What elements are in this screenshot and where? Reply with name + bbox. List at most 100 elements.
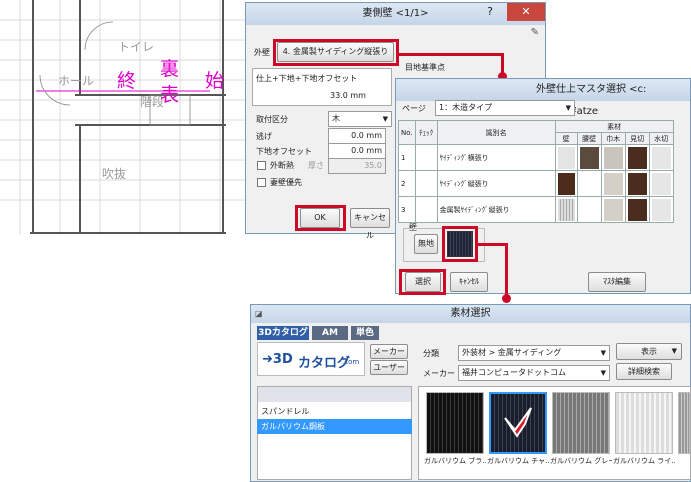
wall-start-marker: 始	[205, 70, 225, 92]
catalog-logo: ➜3D カタログ .com	[257, 342, 365, 376]
material-thumbnail-selected[interactable]	[489, 392, 547, 454]
material-swatch	[603, 198, 623, 221]
substrate-offset-label: 下地オフセット	[256, 147, 312, 156]
page-select[interactable]: 1：木造タイプ ▼	[435, 100, 575, 116]
finish-label: 仕上+下地+下地オフセット	[256, 74, 358, 83]
thumbnail-caption: ガルバリウム ブラ…	[424, 457, 486, 465]
wall-swatch-highlight	[442, 226, 478, 262]
insulation-label: 外断熱	[270, 161, 294, 170]
outer-wall-highlight	[273, 39, 399, 66]
row-check[interactable]	[414, 170, 438, 197]
row-check[interactable]	[414, 144, 438, 171]
connector-dot	[502, 294, 511, 303]
tab-am[interactable]: AM	[312, 326, 348, 340]
gable-priority-checkbox[interactable]	[257, 178, 266, 187]
category-select[interactable]: 外装材 > 金属サイディング ▼	[458, 345, 610, 361]
mount-select[interactable]: 木 ▼	[328, 111, 392, 127]
maker-value: 福井コンピュータドットコム	[462, 368, 566, 377]
wall-front-marker: 表	[160, 84, 180, 106]
row-no: 1	[398, 144, 416, 171]
nige-label: 逃げ	[256, 132, 272, 141]
maker-label: メーカー	[423, 369, 455, 378]
finish-master-titlebar: 外壁仕上マスタ選択 <c:¥fcapp¥atze	[396, 79, 690, 117]
no-base-button[interactable]: 無地	[414, 234, 438, 254]
cancel-button[interactable]: キャンセル	[350, 208, 390, 240]
page-label: ページ	[402, 104, 426, 113]
row-name: ｻｲﾃﾞｨﾝｸﾞ横張り	[436, 144, 556, 171]
floor-plan: トイレ ホール 階段 吹抜 終 裏 表 始	[0, 0, 250, 240]
thumbnail-caption: ガルバリウム ライ…	[613, 457, 675, 465]
table-row[interactable]: 2 ｻｲﾃﾞｨﾝｸﾞ縦張り	[398, 170, 674, 197]
void-label: 吹抜	[102, 167, 127, 181]
table-row[interactable]: 3 金属製ｻｲﾃﾞｨﾝｸﾞ縦張り	[398, 196, 674, 223]
category-value: 外装材 > 金属サイディング	[462, 348, 562, 357]
mount-label: 取付区分	[256, 115, 288, 124]
detail-search-button[interactable]: 詳細検索	[616, 363, 672, 380]
tab-3d-catalog[interactable]: 3Dカタログ	[257, 326, 309, 340]
mount-value: 木	[332, 114, 340, 123]
connector-line	[398, 53, 504, 56]
material-swatch	[651, 172, 671, 195]
material-swatch	[557, 172, 575, 195]
pencil-icon[interactable]: ✎	[531, 27, 539, 38]
checkmark-icon	[504, 407, 532, 438]
insulation-checkbox[interactable]	[257, 161, 266, 170]
close-button[interactable]: ✕	[507, 3, 545, 21]
thumbnail-caption: ガルバリウム グレー	[550, 457, 612, 465]
material-thumbnail[interactable]	[615, 392, 673, 454]
col-no: No.	[398, 120, 416, 145]
list-item-selected[interactable]: ガルバリウム鋼板	[257, 419, 412, 434]
material-select-titlebar: ◪ 素材選択	[251, 305, 690, 323]
material-thumbnail[interactable]	[426, 392, 484, 454]
material-swatch	[603, 146, 623, 169]
select-button-highlight	[399, 269, 446, 295]
chevron-down-icon: ▼	[600, 349, 606, 357]
tab-solid-color[interactable]: 単色	[351, 326, 379, 340]
row-no: 2	[398, 170, 416, 197]
material-thumbnail[interactable]	[552, 392, 610, 454]
user-button[interactable]: ユーザー	[370, 360, 408, 375]
logo-3d: ➜3D	[262, 352, 293, 367]
baseline-label: 目地基準点	[405, 63, 445, 72]
material-swatch	[603, 172, 623, 195]
material-thumbnail[interactable]	[678, 392, 690, 454]
connector-line	[478, 243, 508, 246]
material-swatch	[651, 198, 671, 221]
col-check: ﾁｪｯｸ	[414, 120, 438, 145]
page-value: 1：木造タイプ	[439, 103, 493, 112]
chevron-down-icon: ▼	[671, 347, 677, 355]
gable-priority-label: 妻壁優先	[270, 178, 302, 187]
material-swatch	[627, 172, 647, 195]
cancel-button-2[interactable]: ｷｬﾝｾﾙ	[450, 272, 488, 292]
finish-value: 33.0 mm	[330, 91, 366, 100]
app-icon: ◪	[255, 309, 263, 318]
material-select-title: 素材選択	[450, 308, 491, 319]
material-swatch	[557, 198, 575, 221]
table-row[interactable]: 1 ｻｲﾃﾞｨﾝｸﾞ横張り	[398, 144, 674, 171]
row-check[interactable]	[414, 196, 438, 223]
master-edit-button[interactable]: ﾏｽﾀ編集	[588, 272, 646, 292]
thumbnail-caption: ガルバリウム チャ…	[487, 457, 549, 465]
maker-select[interactable]: 福井コンピュータドットコム ▼	[458, 365, 610, 381]
floor-plan-drawing	[0, 0, 250, 235]
material-swatch	[651, 146, 671, 169]
hall-label: ホール	[58, 74, 95, 88]
row-no: 3	[398, 196, 416, 223]
gable-wall-title: 妻側壁 <1/1>	[362, 8, 429, 19]
list-header	[258, 387, 411, 402]
nige-input[interactable]: 0.0 mm	[328, 128, 386, 144]
help-button[interactable]: ?	[477, 3, 503, 21]
material-swatch	[627, 146, 647, 169]
maker-button[interactable]: メーカー	[370, 344, 408, 359]
list-item[interactable]: スパンドレル	[257, 404, 412, 419]
display-button[interactable]: 表示 ▼	[616, 343, 682, 360]
col-wall: 壁	[554, 132, 578, 145]
ok-button-highlight	[295, 205, 346, 231]
wall-back-marker: 裏	[160, 58, 180, 80]
wall-end-marker: 終	[117, 70, 137, 92]
col-habaki: 巾木	[600, 132, 626, 145]
thickness-input[interactable]: 35.0	[328, 158, 386, 174]
col-mizukiri: 水切	[648, 132, 674, 145]
substrate-offset-input[interactable]: 0.0 mm	[328, 143, 386, 159]
row-name: 金属製ｻｲﾃﾞｨﾝｸﾞ縦張り	[436, 196, 556, 223]
